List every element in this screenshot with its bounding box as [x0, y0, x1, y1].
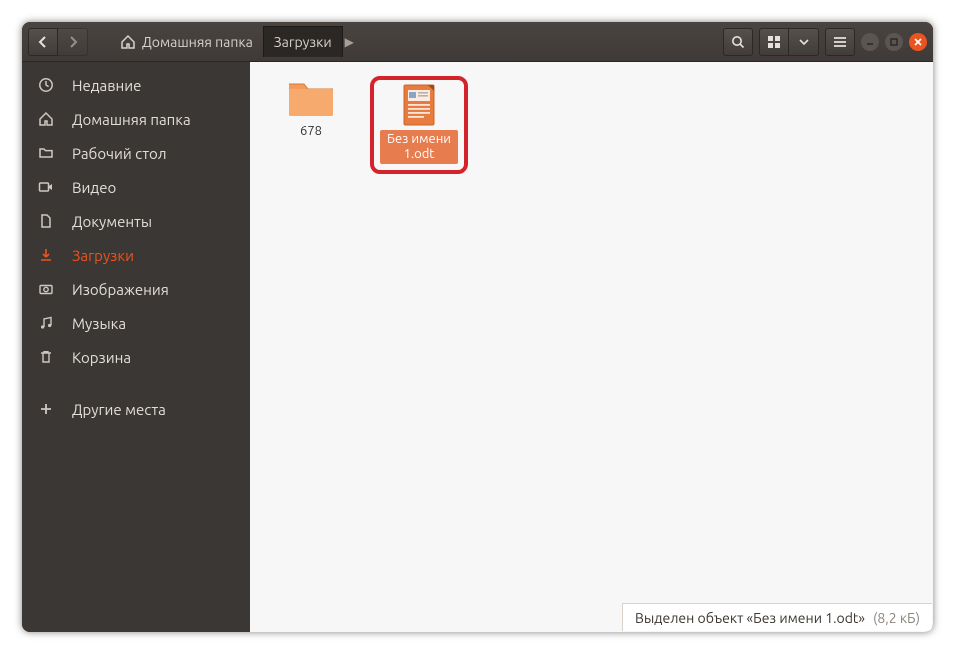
maximize-button[interactable] — [885, 33, 903, 51]
trash-icon — [38, 349, 56, 365]
plus-icon — [38, 401, 56, 417]
download-icon — [38, 247, 56, 263]
writer-document-icon — [395, 84, 443, 126]
back-button[interactable] — [28, 28, 58, 56]
document-icon — [38, 213, 56, 229]
sidebar-item-trash[interactable]: Корзина — [22, 340, 250, 374]
sidebar-item-label: Другие места — [72, 401, 166, 418]
music-icon — [38, 315, 56, 331]
grid-icon — [767, 35, 781, 49]
video-icon — [38, 179, 56, 195]
folder-icon — [287, 76, 335, 118]
clock-icon — [38, 77, 56, 93]
breadcrumb-label: Загрузки — [274, 34, 332, 50]
header-actions — [723, 28, 927, 56]
chevron-down-icon — [799, 37, 809, 47]
desktop-folder-icon — [38, 145, 56, 161]
status-bar: Выделен объект «Без имени 1.odt» (8,2 кБ… — [622, 603, 932, 631]
close-button[interactable] — [909, 33, 927, 51]
sidebar-item-label: Рабочий стол — [72, 145, 167, 162]
file-manager-window: Домашняя папка Загрузки ▶ — [22, 22, 933, 632]
nav-button-group — [28, 28, 88, 56]
annotation-highlight: Без имени 1.odt — [370, 76, 468, 174]
sidebar: Недавние Домашняя папка Рабочий стол Вид… — [22, 62, 250, 632]
breadcrumb-label: Домашняя папка — [142, 34, 253, 50]
file-item-label: 678 — [272, 122, 350, 141]
breadcrumb-downloads[interactable]: Загрузки — [263, 26, 343, 57]
camera-icon — [38, 281, 56, 297]
sidebar-item-recent[interactable]: Недавние — [22, 68, 250, 102]
sidebar-item-label: Корзина — [72, 349, 131, 366]
path-bar: Домашняя папка Загрузки ▶ — [110, 26, 717, 58]
sidebar-item-label: Видео — [72, 179, 116, 196]
chevron-right-icon — [68, 36, 78, 48]
home-icon — [120, 34, 136, 50]
menu-button[interactable] — [825, 28, 855, 56]
sidebar-item-other-locations[interactable]: Другие места — [22, 392, 250, 426]
sidebar-item-home[interactable]: Домашняя папка — [22, 102, 250, 136]
view-button-group — [759, 28, 819, 56]
view-options-button[interactable] — [789, 28, 819, 56]
sidebar-item-pictures[interactable]: Изображения — [22, 272, 250, 306]
sidebar-separator — [22, 374, 250, 392]
sidebar-item-label: Документы — [72, 213, 152, 230]
sidebar-item-label: Загрузки — [72, 247, 134, 264]
close-icon — [913, 37, 923, 47]
sidebar-item-label: Музыка — [72, 315, 126, 332]
folder-item[interactable]: 678 — [272, 76, 350, 141]
forward-button[interactable] — [58, 28, 88, 56]
sidebar-item-videos[interactable]: Видео — [22, 170, 250, 204]
sidebar-item-music[interactable]: Музыка — [22, 306, 250, 340]
search-icon — [731, 35, 745, 49]
breadcrumb-home[interactable]: Домашняя папка — [110, 26, 263, 57]
hamburger-icon — [833, 35, 847, 49]
icon-grid: 678 — [250, 62, 933, 188]
status-text: Выделен объект «Без имени 1.odt» — [635, 610, 865, 626]
content-area[interactable]: 678 — [250, 62, 933, 632]
minimize-button[interactable] — [861, 33, 879, 51]
sidebar-item-label: Недавние — [72, 77, 141, 94]
sidebar-item-label: Изображения — [72, 281, 169, 298]
file-item-label: Без имени 1.odt — [380, 130, 458, 164]
maximize-icon — [889, 37, 899, 47]
sidebar-item-documents[interactable]: Документы — [22, 204, 250, 238]
sidebar-item-downloads[interactable]: Загрузки — [22, 238, 250, 272]
view-toggle-button[interactable] — [759, 28, 789, 56]
status-size: (8,2 кБ) — [873, 610, 920, 626]
header-bar: Домашняя папка Загрузки ▶ — [22, 22, 933, 62]
home-icon — [38, 111, 56, 127]
chevron-left-icon — [38, 36, 48, 48]
document-item[interactable]: Без имени 1.odt — [380, 84, 458, 164]
window-body: Недавние Домашняя папка Рабочий стол Вид… — [22, 62, 933, 632]
sidebar-item-label: Домашняя папка — [72, 111, 191, 128]
search-button[interactable] — [723, 28, 753, 56]
minimize-icon — [865, 37, 875, 47]
sidebar-item-desktop[interactable]: Рабочий стол — [22, 136, 250, 170]
chevron-right-icon: ▶ — [343, 35, 356, 49]
